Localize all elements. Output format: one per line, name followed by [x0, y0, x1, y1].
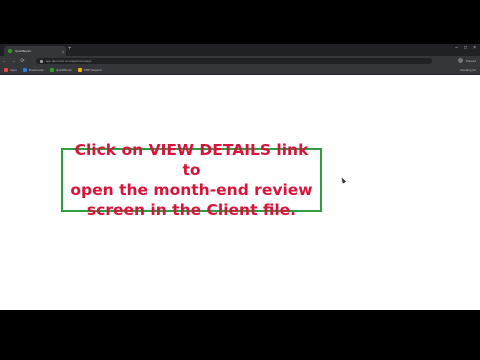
callout-line-3: screen in the Client file.: [86, 201, 297, 219]
callout-text: Click on VIEW DETAILS link to open the m…: [63, 140, 320, 220]
forward-icon[interactable]: →: [9, 58, 18, 64]
bookmarks-bar: Apps Bookmarks QuickBooks PBP Network Re…: [0, 66, 480, 75]
toolbar-right: Paused: [457, 58, 476, 63]
bookmark-label: Apps: [10, 68, 17, 72]
profile-label[interactable]: Paused: [466, 59, 476, 63]
bookmark-label: Bookmarks: [28, 68, 44, 72]
tab-strip: QuickBooks × + – □ ×: [0, 44, 480, 56]
back-icon[interactable]: ←: [0, 58, 9, 64]
bookmark-label: PBP Network: [83, 68, 102, 72]
bookmark-item[interactable]: QuickBooks: [49, 68, 72, 72]
bookmark-label: QuickBooks: [55, 68, 72, 72]
new-tab-button[interactable]: +: [68, 46, 72, 52]
lock-icon: [40, 59, 43, 63]
maximize-icon[interactable]: □: [464, 45, 467, 51]
bookmark-icon: [22, 68, 27, 72]
close-window-icon[interactable]: ×: [473, 45, 476, 51]
bookmark-icon: [77, 68, 82, 72]
reading-list-button[interactable]: Reading list: [460, 68, 476, 72]
url-text: app.qbo.intuit.com/app/homepage: [46, 59, 92, 63]
browser-toolbar: ← → ⟳ app.qbo.intuit.com/app/homepage Pa…: [0, 56, 480, 66]
address-bar[interactable]: app.qbo.intuit.com/app/homepage: [36, 58, 432, 64]
callout-line-2: open the month-end review: [70, 181, 313, 199]
bookmark-icon: [49, 68, 54, 72]
instruction-callout: Click on VIEW DETAILS link to open the m…: [61, 141, 322, 219]
reload-icon[interactable]: ⟳: [18, 58, 27, 64]
favicon-icon: [8, 49, 12, 53]
tab-title: QuickBooks: [15, 49, 32, 53]
browser-tab[interactable]: QuickBooks ×: [4, 46, 66, 56]
close-tab-icon[interactable]: ×: [60, 49, 66, 54]
bookmark-item[interactable]: Apps: [4, 68, 17, 72]
bookmark-icon: [4, 68, 8, 72]
bookmark-item[interactable]: Bookmarks: [22, 68, 44, 72]
minimize-icon[interactable]: –: [455, 45, 458, 51]
bookmark-item[interactable]: PBP Network: [77, 68, 102, 72]
profile-avatar-icon[interactable]: [457, 58, 463, 63]
callout-line-1: Click on VIEW DETAILS link to: [74, 141, 309, 179]
